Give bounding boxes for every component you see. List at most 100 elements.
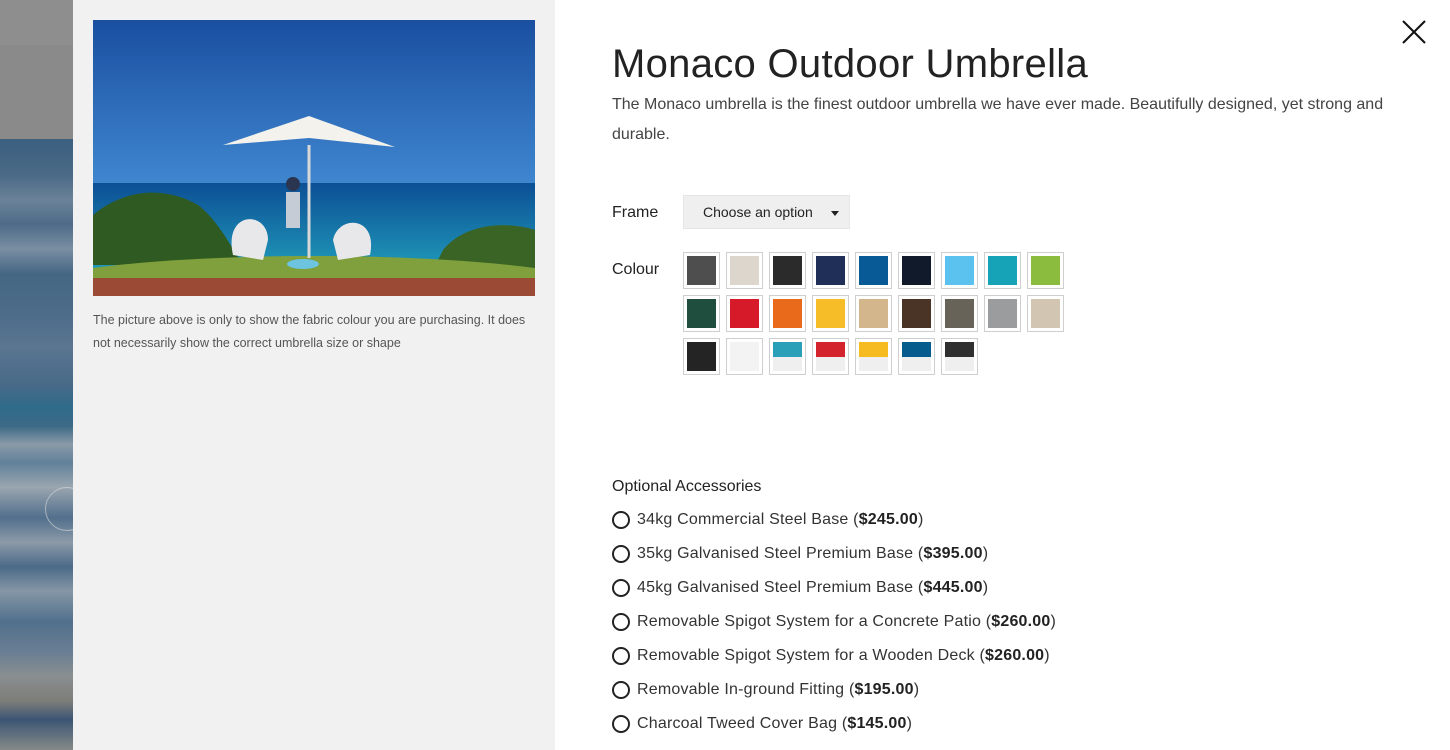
paren-close: ): [906, 715, 913, 732]
colour-swatch[interactable]: [1027, 252, 1064, 289]
colour-swatch[interactable]: [726, 295, 763, 332]
frame-select-value: Choose an option: [703, 204, 813, 220]
colour-swatch[interactable]: [683, 295, 720, 332]
colour-swatch[interactable]: [812, 338, 849, 375]
accessory-price: $195.00: [854, 681, 914, 698]
paren-close: ): [982, 579, 989, 596]
accessory-option[interactable]: Removable Spigot System for a Wooden Dec…: [612, 639, 1056, 673]
swatch-color: [1031, 256, 1060, 285]
colour-swatch[interactable]: [769, 295, 806, 332]
accessory-price: $145.00: [847, 715, 907, 732]
colour-swatch[interactable]: [769, 252, 806, 289]
colour-swatch[interactable]: [941, 252, 978, 289]
accessory-option[interactable]: 34kg Commercial Steel Base ($245.00): [612, 503, 1056, 537]
accessory-name: 35kg Galvanised Steel Premium Base: [637, 545, 914, 562]
colour-swatch[interactable]: [941, 338, 978, 375]
accessory-option[interactable]: Removable Spigot System for a Concrete P…: [612, 605, 1056, 639]
colour-swatch[interactable]: [855, 295, 892, 332]
paren-open: (: [848, 511, 859, 528]
swatch-color: [687, 299, 716, 328]
colour-swatch[interactable]: [683, 338, 720, 375]
colour-swatch[interactable]: [898, 252, 935, 289]
colour-swatch[interactable]: [898, 338, 935, 375]
accessory-radio[interactable]: [612, 511, 630, 529]
accessory-name: Charcoal Tweed Cover Bag: [637, 715, 838, 732]
product-image: [93, 20, 535, 296]
colour-swatch[interactable]: [984, 252, 1021, 289]
accessory-price: $395.00: [923, 545, 983, 562]
backdrop-panel: [0, 45, 73, 139]
accessory-option[interactable]: Removable In-ground Fitting ($195.00): [612, 673, 1056, 707]
paren-open: (: [913, 545, 924, 562]
accessory-option[interactable]: 35kg Galvanised Steel Premium Base ($395…: [612, 537, 1056, 571]
colour-swatch[interactable]: [855, 338, 892, 375]
colour-swatches: [683, 252, 1083, 375]
colour-swatch[interactable]: [984, 295, 1021, 332]
product-gallery: The picture above is only to show the fa…: [73, 0, 555, 750]
accessory-radio[interactable]: [612, 715, 630, 733]
swatch-color: [816, 256, 845, 285]
swatch-color: [945, 342, 974, 371]
accessory-radio[interactable]: [612, 613, 630, 631]
swatch-color: [902, 342, 931, 371]
accessory-price: $245.00: [858, 511, 918, 528]
colour-swatch[interactable]: [726, 338, 763, 375]
swatch-color: [687, 256, 716, 285]
accessory-name: Removable Spigot System for a Wooden Dec…: [637, 647, 975, 664]
swatch-color: [773, 299, 802, 328]
image-caption: The picture above is only to show the fa…: [93, 313, 526, 350]
page-backdrop: [0, 0, 73, 750]
colour-swatch[interactable]: [812, 295, 849, 332]
paren-close: ): [1044, 647, 1050, 664]
product-title: Monaco Outdoor Umbrella: [612, 42, 1089, 86]
swatch-color: [816, 342, 845, 371]
accessory-price: $260.00: [985, 647, 1045, 664]
paren-close: ): [1050, 613, 1057, 630]
swatch-color: [859, 342, 888, 371]
accessory-radio[interactable]: [612, 545, 630, 563]
colour-swatch[interactable]: [1027, 295, 1064, 332]
accessory-radio[interactable]: [612, 579, 630, 597]
swatch-color: [687, 342, 716, 371]
colour-swatch[interactable]: [855, 252, 892, 289]
paren-close: ): [913, 681, 920, 698]
paren-close: ): [982, 545, 989, 562]
swatch-color: [945, 299, 974, 328]
accessory-radio[interactable]: [612, 647, 630, 665]
swatch-color: [988, 299, 1017, 328]
swatch-color: [902, 256, 931, 285]
frame-select[interactable]: Choose an option: [683, 195, 850, 229]
paren-open: (: [837, 715, 848, 732]
swatch-color: [1031, 299, 1060, 328]
accessory-name: Removable In-ground Fitting: [637, 681, 845, 698]
colour-swatch[interactable]: [812, 252, 849, 289]
accessory-price: $260.00: [991, 613, 1051, 630]
accessory-option[interactable]: Charcoal Tweed Cover Bag ($145.00): [612, 707, 1056, 741]
backdrop-hero-image: [0, 139, 73, 750]
accessory-radio[interactable]: [612, 681, 630, 699]
colour-swatch[interactable]: [941, 295, 978, 332]
frame-label: Frame: [612, 204, 659, 221]
colour-swatch[interactable]: [683, 252, 720, 289]
swatch-color: [773, 256, 802, 285]
accessory-name: 45kg Galvanised Steel Premium Base: [637, 579, 914, 596]
paren-open: (: [974, 647, 986, 664]
swatch-color: [816, 299, 845, 328]
paren-close: ): [917, 511, 924, 528]
colour-swatch[interactable]: [898, 295, 935, 332]
swatch-color: [988, 256, 1017, 285]
colour-label: Colour: [612, 261, 660, 278]
swatch-color: [859, 299, 888, 328]
accessory-option[interactable]: 45kg Galvanised Steel Premium Base ($445…: [612, 571, 1056, 605]
accessory-name: 34kg Commercial Steel Base: [637, 511, 849, 528]
swatch-color: [773, 342, 802, 371]
paren-open: (: [913, 579, 924, 596]
colour-swatch[interactable]: [769, 338, 806, 375]
accessory-name: Removable Spigot System for a Concrete P…: [637, 613, 982, 630]
paren-open: (: [981, 613, 992, 630]
product-quick-view-modal: The picture above is only to show the fa…: [73, 0, 1450, 750]
colour-swatch[interactable]: [726, 252, 763, 289]
close-button[interactable]: [1400, 18, 1428, 46]
swatch-color: [902, 299, 931, 328]
caret-down-icon: [831, 211, 839, 216]
